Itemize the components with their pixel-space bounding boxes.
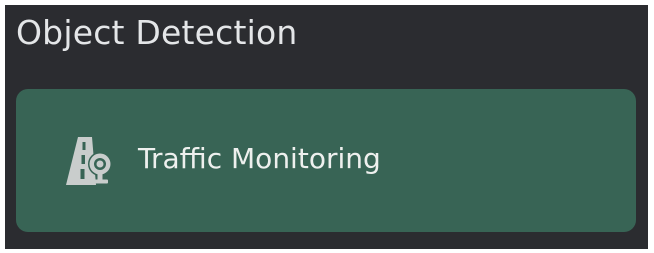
traffic-camera-road-icon (66, 137, 112, 185)
traffic-monitoring-option[interactable]: Traffic Monitoring (16, 89, 636, 232)
option-label: Traffic Monitoring (138, 142, 381, 175)
section-title: Object Detection (16, 13, 298, 52)
object-detection-panel: Object Detection Traffic Monitoring (5, 5, 648, 249)
